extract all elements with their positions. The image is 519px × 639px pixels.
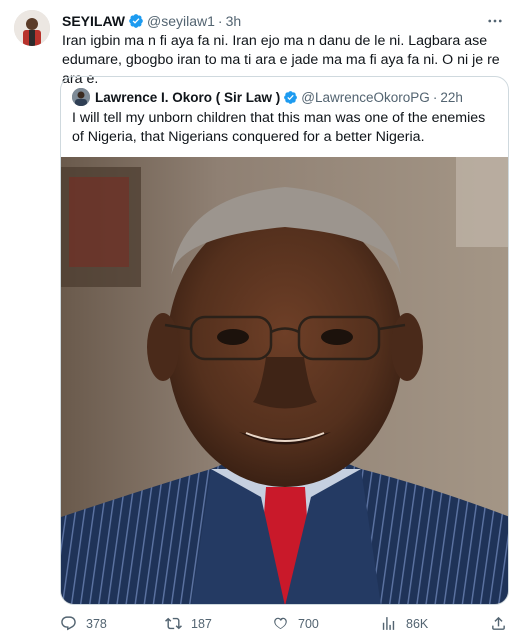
verified-icon xyxy=(284,90,298,104)
like-button[interactable]: 700 xyxy=(272,615,319,632)
retweet-button[interactable]: 187 xyxy=(165,615,212,632)
quoted-avatar[interactable] xyxy=(72,88,90,106)
author-handle[interactable]: @seyilaw1 xyxy=(147,13,215,29)
separator-dot: · xyxy=(432,89,438,105)
retweet-count: 187 xyxy=(191,616,212,631)
quoted-author-handle[interactable]: @LawrenceOkoroPG xyxy=(301,90,430,105)
quoted-time[interactable]: 22h xyxy=(440,90,463,105)
tweet-header: SEYILAW @seyilaw1 · 3h xyxy=(62,11,505,31)
reply-count: 378 xyxy=(86,616,107,631)
quoted-tweet[interactable]: Lawrence I. Okoro ( Sir Law ) @LawrenceO… xyxy=(60,76,509,605)
views-button[interactable]: 86K xyxy=(380,615,428,632)
share-button[interactable] xyxy=(490,615,516,632)
more-icon[interactable] xyxy=(485,11,505,31)
quoted-author-name[interactable]: Lawrence I. Okoro ( Sir Law ) xyxy=(95,90,280,105)
quoted-text: I will tell my unborn children that this… xyxy=(72,110,486,145)
reply-icon xyxy=(61,616,76,631)
like-icon xyxy=(274,617,287,630)
verified-icon xyxy=(129,14,143,28)
reply-button[interactable]: 378 xyxy=(60,615,107,632)
separator-dot: · xyxy=(217,13,223,29)
tweet-actions: 378 187 700 86K xyxy=(60,612,510,638)
tweet-time[interactable]: 3h xyxy=(226,13,242,29)
quoted-photo[interactable] xyxy=(61,157,509,605)
like-count: 700 xyxy=(298,616,319,631)
author-name[interactable]: SEYILAW xyxy=(62,13,125,29)
quoted-header: Lawrence I. Okoro ( Sir Law ) @LawrenceO… xyxy=(72,87,498,107)
share-icon xyxy=(492,616,505,630)
views-icon xyxy=(382,617,395,630)
retweet-icon xyxy=(165,617,182,630)
author-avatar[interactable] xyxy=(14,10,50,46)
views-count: 86K xyxy=(406,616,429,631)
